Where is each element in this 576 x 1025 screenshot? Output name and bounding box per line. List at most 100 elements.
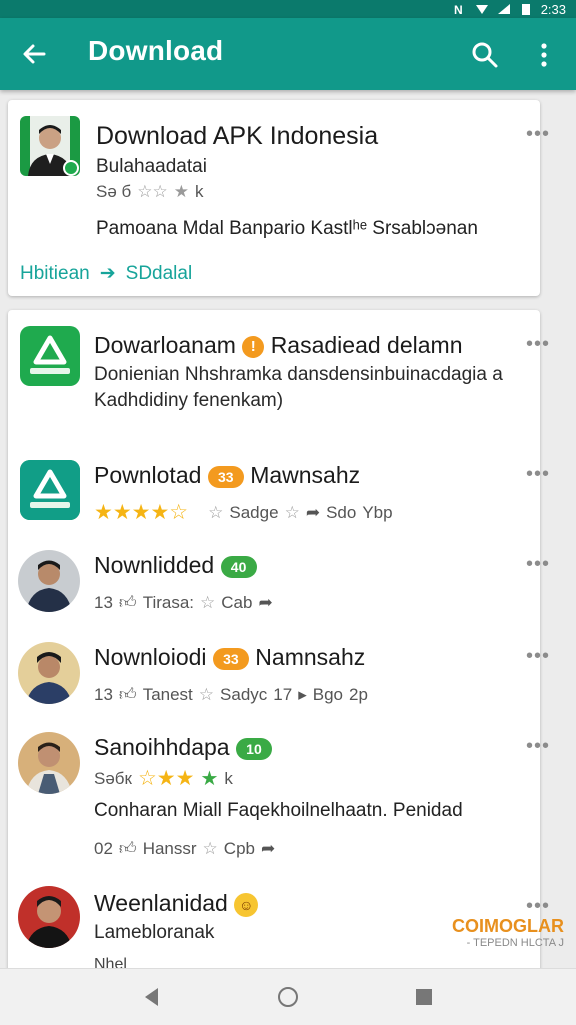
link-right[interactable]: SDdalal [126,263,193,285]
app-description: Pamoana Mdal Banpario Kastlʰᵉ Srsablɔəna… [96,218,478,239]
thumbs-up-icon: 👍︎ [118,685,137,704]
meta-e: Bgo [312,684,343,704]
list-item-title-text: Sanoihhdapa [94,734,230,760]
alert-badge: ! [242,335,265,358]
list-item-title-text: Pownlotad [94,462,202,488]
share-icon: ➦ [260,838,276,858]
meta-a: 13 [94,592,113,612]
list-item-line1: Lamebloranak [94,922,215,943]
meta-c: Ybp [362,502,393,522]
list-item-title-extra: Namnsahz [255,644,366,670]
avatar [18,550,80,612]
more-options-icon[interactable]: ••• [526,464,550,484]
list-item-title: Dowarloanam ! Rasadiead delamn [94,332,462,359]
meta-b: Hanssr [142,838,197,858]
back-arrow-icon[interactable] [18,38,50,70]
featured-app-card[interactable]: Download APK Indonesia ••• Bulahaadatai … [8,100,549,296]
meta-c: Cpb [223,838,255,858]
list-item-title: Sanoihhdapa 10 [94,734,272,761]
rating-suffix: k [195,182,204,201]
signal-icon [497,4,510,14]
nfc-icon: N [454,3,463,15]
app-list-card: Dowarloanam ! Rasadiead delamn ••• Donie… [8,310,549,990]
recents-square-icon[interactable] [412,985,436,1009]
meta-a: Sadge [229,502,279,522]
svg-text:N: N [454,3,463,15]
list-item-title: Nownlidded 40 [94,552,257,579]
system-nav-bar [0,968,576,1025]
more-options-icon[interactable]: ••• [526,646,550,666]
home-circle-icon[interactable] [276,985,300,1009]
card-links: Hbitiean ➔ SDdalal [20,262,192,285]
list-item-line2: Kadhdidiny fenenkam) [94,390,284,411]
rating-suffix: k [224,768,233,788]
meta-row: 13 👍︎ Tirasa: ☆ Cab ➦ [94,592,273,613]
count-badge: 33 [207,465,244,488]
star-outline-icon: ☆ [284,502,300,522]
watermark-line1: COIMOGLAR [452,916,564,936]
page-title: Download [88,35,224,66]
list-item-title-text: Nownlidded [94,552,215,578]
meta-a: 02 [94,838,113,858]
more-options-icon[interactable]: ••• [526,736,550,756]
star-icon: ★ [173,182,189,201]
star-rating-icon: ★★★★☆ [94,501,189,524]
meta-c: Cab [221,592,253,612]
overflow-menu-icon[interactable] [532,40,556,70]
avatar [18,886,80,948]
meta-b: Sdo [326,502,357,522]
app-logo-icon [20,326,80,386]
list-item-line1: Conharan Miall Faqekhoilnelhaatn. Penida… [94,800,463,821]
list-item-title: Pownlotad 33 Mawnsahz [94,462,360,489]
arrow-right-icon: ➔ [99,263,116,284]
app-title: Download APK Indonesia [96,122,379,150]
thumbs-up-icon: 👍︎ [118,593,137,612]
app-logo-icon [20,460,80,520]
more-options-icon[interactable]: ••• [526,334,550,354]
thumbs-up-icon: 👍︎ [118,839,137,858]
rating-row: Səбк ☆★★ ★ k [94,766,233,791]
star-green-icon: ★ [200,768,219,790]
more-options-icon[interactable]: ••• [526,554,550,574]
more-options-icon[interactable]: ••• [526,896,550,916]
meta-c: Sadyc [220,684,268,704]
emoji-icon: ☺ [234,892,259,917]
list-item-title-extra: Mawnsahz [250,462,361,488]
watermark-line2: - TEPEDN HLCTA J [466,937,564,949]
star-outline-icon: ☆ [200,592,216,612]
link-left[interactable]: Hbitiean [20,263,90,285]
list-item-line1: Donienian Nhshramka dansdensinbuinacdagi… [94,364,503,385]
list-item-title-text: Weenlanidad [94,890,228,916]
avatar [20,116,80,176]
list-item-title-text: Nownloiodi [94,644,207,670]
rating-row: Sə б ☆☆ ★ k [96,182,204,202]
rating-prefix: Səбк [94,768,132,788]
share-icon: ➦ [258,592,273,612]
app-bar: Download [0,18,576,90]
star-rating-icon: ☆★★ [137,767,195,790]
meta-b: Tirasa: [142,592,195,612]
more-options-icon[interactable]: ••• [526,124,550,144]
meta-row: 02 👍︎ Hanssr ☆ Cpb ➦ [94,838,275,859]
meta-f: 2p [349,684,368,704]
list-item-title-text: Dowarloanam [94,332,236,358]
battery-icon [521,4,530,15]
list-item-title: Nownloiodi 33 Namnsahz [94,644,365,671]
status-bar: N 2:33 [0,0,576,18]
count-badge: 10 [235,737,272,760]
watermark: COIMOGLAR - TEPEDN HLCTA J [444,916,564,949]
meta-b: Tanest [142,684,193,704]
list-item-title: Weenlanidad ☺ [94,890,259,917]
avatar [18,732,80,794]
search-icon[interactable] [470,40,500,70]
star-outline-icon: ☆☆ [137,182,168,201]
meta-a: 13 [94,684,113,704]
meta-row: 13 👍︎ Tanest ☆ Sadyc 17 ▸ Bgo 2p [94,684,368,705]
rating-row: ★★★★☆ ☆ Sadge ☆ ➦ Sdo Ybp [94,500,393,525]
avatar [18,642,80,704]
app-subtitle: Bulahaadatai [96,156,207,177]
star-outline-icon: ☆ [198,684,215,704]
back-triangle-icon[interactable] [140,985,164,1009]
rating-prefix: Sə б [96,182,132,201]
meta-d: 17 [273,684,293,704]
